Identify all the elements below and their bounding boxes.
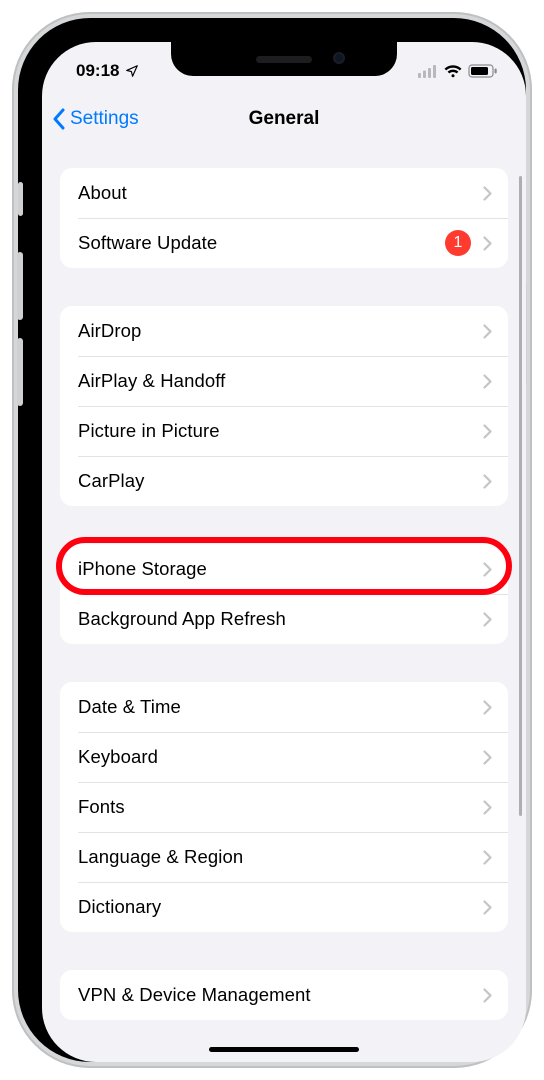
- row-software-update[interactable]: Software Update1: [60, 218, 508, 268]
- chevron-right-icon: [483, 800, 492, 815]
- row-airdrop[interactable]: AirDrop: [60, 306, 508, 356]
- chevron-right-icon: [483, 236, 492, 251]
- row-dictionary[interactable]: Dictionary: [60, 882, 508, 932]
- row-label: About: [78, 182, 483, 204]
- settings-group: iPhone Storage Background App Refresh: [60, 544, 508, 644]
- row-label: AirDrop: [78, 320, 483, 342]
- row-label: VPN & Device Management: [78, 984, 483, 1006]
- chevron-right-icon: [483, 988, 492, 1003]
- settings-group: Date & Time Keyboard Fonts Language & Regio…: [60, 682, 508, 932]
- row-fonts[interactable]: Fonts: [60, 782, 508, 832]
- row-label: AirPlay & Handoff: [78, 370, 483, 392]
- nav-bar: Settings General: [42, 92, 526, 146]
- mute-switch: [18, 182, 23, 216]
- status-time: 09:18: [76, 61, 119, 81]
- back-button[interactable]: Settings: [52, 92, 139, 146]
- speaker-grille: [256, 56, 312, 63]
- status-left: 09:18: [76, 61, 139, 81]
- row-label: Date & Time: [78, 696, 483, 718]
- chevron-right-icon: [483, 374, 492, 389]
- chevron-left-icon: [52, 108, 68, 130]
- settings-group: About Software Update1: [60, 168, 508, 268]
- settings-group: AirDrop AirPlay & Handoff Picture in Pictu…: [60, 306, 508, 506]
- row-keyboard[interactable]: Keyboard: [60, 732, 508, 782]
- battery-icon: [468, 64, 498, 78]
- chevron-right-icon: [483, 474, 492, 489]
- row-label: Language & Region: [78, 846, 483, 868]
- location-arrow-icon: [125, 64, 139, 78]
- cellular-signal-icon: [418, 65, 438, 78]
- row-carplay[interactable]: CarPlay: [60, 456, 508, 506]
- chevron-right-icon: [483, 186, 492, 201]
- scroll-indicator: [519, 176, 522, 816]
- row-background-app-refresh[interactable]: Background App Refresh: [60, 594, 508, 644]
- chevron-right-icon: [483, 700, 492, 715]
- volume-down-button: [17, 338, 23, 406]
- page-title: General: [249, 108, 320, 130]
- row-label: Software Update: [78, 232, 445, 254]
- content[interactable]: About Software Update1 AirDrop AirPlay & Ha…: [42, 146, 526, 1062]
- notification-badge: 1: [445, 230, 471, 256]
- row-iphone-storage[interactable]: iPhone Storage: [60, 544, 508, 594]
- row-label: Background App Refresh: [78, 608, 483, 630]
- chevron-right-icon: [483, 900, 492, 915]
- home-indicator[interactable]: [209, 1047, 359, 1052]
- chevron-right-icon: [483, 750, 492, 765]
- row-date-time[interactable]: Date & Time: [60, 682, 508, 732]
- row-label: CarPlay: [78, 470, 483, 492]
- row-airplay-handoff[interactable]: AirPlay & Handoff: [60, 356, 508, 406]
- wifi-icon: [444, 65, 462, 78]
- row-vpn-device-management[interactable]: VPN & Device Management: [60, 970, 508, 1020]
- chevron-right-icon: [483, 324, 492, 339]
- back-label: Settings: [70, 108, 139, 130]
- volume-up-button: [17, 252, 23, 320]
- phone-frame: 09:18: [12, 12, 532, 1068]
- row-picture-in-picture[interactable]: Picture in Picture: [60, 406, 508, 456]
- chevron-right-icon: [483, 562, 492, 577]
- chevron-right-icon: [483, 850, 492, 865]
- front-camera: [333, 52, 345, 64]
- row-label: Dictionary: [78, 896, 483, 918]
- row-label: Fonts: [78, 796, 483, 818]
- chevron-right-icon: [483, 424, 492, 439]
- screen: 09:18: [42, 42, 526, 1062]
- notch: [171, 42, 397, 76]
- row-label: Picture in Picture: [78, 420, 483, 442]
- row-language-region[interactable]: Language & Region: [60, 832, 508, 882]
- status-right: [418, 64, 498, 78]
- row-label: iPhone Storage: [78, 558, 483, 580]
- row-about[interactable]: About: [60, 168, 508, 218]
- row-label: Keyboard: [78, 746, 483, 768]
- chevron-right-icon: [483, 612, 492, 627]
- settings-group: VPN & Device Management: [60, 970, 508, 1020]
